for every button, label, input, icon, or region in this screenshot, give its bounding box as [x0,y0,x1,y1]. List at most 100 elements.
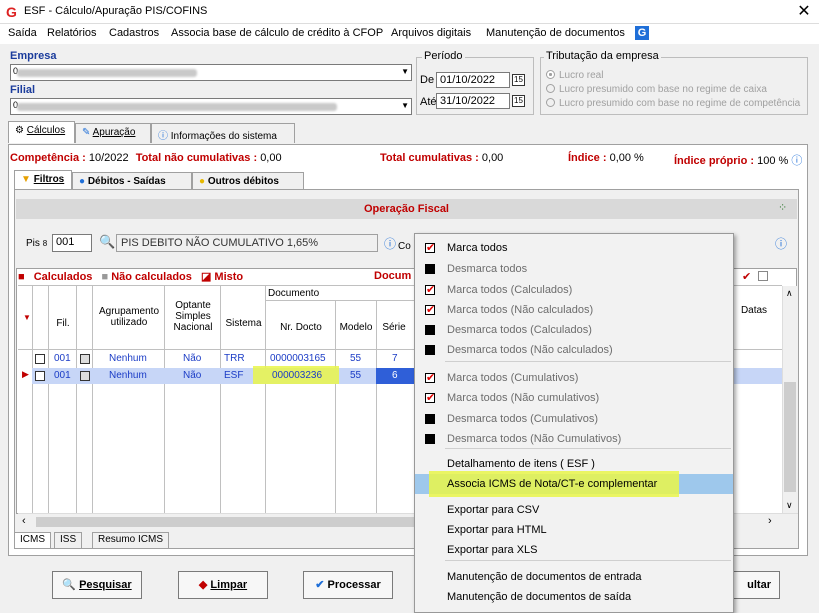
radio-lucro-real[interactable]: Lucro real [546,70,603,81]
context-menu-label: Marca todos (Calculados) [447,284,573,296]
limpar-button[interactable]: ◆ Limpar [178,571,268,599]
scroll-thumb[interactable] [36,517,416,527]
checkbox-checked-icon [425,368,435,388]
menu-associa-base[interactable]: Associa base de cálculo de crédito à CFO… [171,27,383,39]
cell-serie: 6 [392,370,398,381]
legend-nao-calculados: Não calculados [111,271,192,283]
calc-icon: ⚙ [15,125,24,136]
cell-serie: 7 [392,353,398,364]
col-optante[interactable]: Optante Simples Nacional [166,300,220,333]
tab-iss[interactable]: ISS [54,532,83,549]
context-menu-item[interactable]: Desmarca todos (Calculados) [415,320,733,340]
empresa-combo[interactable]: 0 ▼ [10,64,412,81]
radio-lucro-presumido-competencia[interactable]: Lucro presumido com base no regime de co… [546,98,800,109]
context-menu-label: Exportar para XLS [447,544,538,556]
context-menu-item[interactable]: Marca todos (Calculados) [415,280,733,300]
legend-misto: Misto [214,271,244,283]
context-menu-label: Exportar para HTML [447,524,547,536]
scroll-right-icon[interactable]: › [768,515,772,527]
menu-manutencao-documentos[interactable]: Manutenção de documentos [486,27,625,39]
context-menu-item[interactable]: Desmarca todos (Não calculados) [415,340,733,360]
competencia-value: 10/2022 [88,152,129,164]
context-menu-item[interactable]: Desmarca todos (Não Cumulativos) [415,429,733,449]
menu-cadastros[interactable]: Cadastros [109,27,159,39]
vertical-scrollbar[interactable]: ∧ ∨ [782,286,797,514]
context-menu-item[interactable]: Manutenção de documentos de saída [415,587,733,607]
grid-legend: ■ Calculados ■ Não calculados ◪ Misto [18,270,243,284]
tab-informacoes[interactable]: ⓘ Informações do sistema [151,123,295,143]
row-doc-icon[interactable] [80,371,90,381]
col-modelo[interactable]: Modelo [336,322,376,333]
col-nr-docto[interactable]: Nr. Docto [267,322,335,333]
legend-nao-calculados-icon: ■ [101,271,109,283]
info-icon[interactable]: ⓘ [775,235,787,252]
processar-button[interactable]: ✔ Processar [303,571,393,599]
empresa-label: Empresa [10,50,57,62]
context-menu-item[interactable]: Marca todos (Não calculados) [415,300,733,320]
context-menu-item[interactable]: Desmarca todos [415,259,733,279]
filial-combo[interactable]: 0 ▼ [10,98,412,115]
date-de-input[interactable]: 01/10/2022 [436,72,510,88]
context-menu-item[interactable]: Marca todos [415,238,733,258]
cum-label: Total cumulativas : [380,152,479,164]
close-icon[interactable]: ✕ [794,2,814,22]
tab-resumo-icms[interactable]: Resumo ICMS [92,532,170,549]
cell-optante: Não [183,353,202,364]
row-checkbox[interactable] [35,354,45,364]
radio-lucro-presumido-caixa[interactable]: Lucro presumido com base no regime de ca… [546,84,767,95]
info-icon[interactable]: ⓘ [384,235,396,252]
check-all-icon[interactable]: ✔ [742,270,751,283]
menu-saida[interactable]: Saída [8,27,37,39]
context-menu-item[interactable]: Manutenção de documentos de entrada [415,567,733,587]
context-menu-item[interactable]: Exportar para HTML [415,520,733,540]
search-icon[interactable]: 🔍 [99,234,115,250]
context-menu-item[interactable]: Marca todos (Cumulativos) [415,368,733,388]
g-logo-icon[interactable]: G [635,26,649,40]
scroll-down-icon[interactable]: ∨ [786,500,793,511]
calendar-icon[interactable]: 15 [512,95,525,107]
info-icon[interactable]: ⓘ [791,155,802,167]
indice-proprio-info: Índice próprio : 100 % ⓘ [674,152,802,168]
scroll-up-icon[interactable]: ∧ [786,288,793,299]
col-fil[interactable]: Fil. [50,318,76,329]
col-datas[interactable]: Datas [734,305,774,316]
dot-icon: ● [199,176,206,187]
indice-value: 0,00 % [609,152,644,164]
checkbox-checked-icon [425,300,435,320]
menu-bar: Saída Relatórios Cadastros Associa base … [0,24,819,44]
grid-col-line [76,285,77,513]
sort-icon[interactable]: ▼ [23,313,31,322]
chevron-down-icon[interactable]: ▼ [401,101,409,110]
scroll-thumb[interactable] [784,382,796,492]
uncheck-all-icon[interactable] [758,271,768,281]
indice-info: Índice : 0,00 % [568,152,644,164]
menu-arquivos-digitais[interactable]: Arquivos digitais [391,27,471,39]
tab-apuracao[interactable]: ✎ Apuração [75,123,151,143]
chevron-down-icon[interactable]: ▼ [401,67,409,76]
date-ate-input[interactable]: 31/10/2022 [436,93,510,109]
tab-icms[interactable]: ICMS [14,532,51,549]
cell-fil: 001 [54,353,71,364]
context-menu-item[interactable]: Associa ICMS de Nota/CT-e complementar [415,471,733,497]
context-menu-item[interactable]: Exportar para CSV [415,500,733,520]
ate-label: Até [420,96,437,108]
pis-code-input[interactable]: 001 [52,234,92,252]
context-menu: Marca todos Desmarca todos Marca todos (Ca… [414,233,734,613]
row-doc-icon[interactable] [80,354,90,364]
expand-icon[interactable]: ⁘ [778,201,787,214]
context-menu-item[interactable]: Exportar para XLS [415,540,733,560]
calendar-icon[interactable]: 15 [512,74,525,86]
context-menu-item[interactable]: Desmarca todos (Cumulativos) [415,409,733,429]
cell-fil: 001 [54,370,71,381]
col-sistema[interactable]: Sistema [222,318,265,329]
row-checkbox[interactable] [35,371,45,381]
scroll-left-icon[interactable]: ‹ [22,515,26,527]
col-serie[interactable]: Série [377,322,411,333]
tab-calculos[interactable]: ⚙ Cálculos [8,121,75,143]
pesquisar-button[interactable]: 🔍 Pesquisar [52,571,142,599]
menu-relatorios[interactable]: Relatórios [47,27,97,39]
col-agrupamento[interactable]: Agrupamento utilizado [94,306,164,328]
context-menu-item[interactable]: Marca todos (Não cumulativos) [415,388,733,408]
context-menu-label: Marca todos (Não calculados) [447,304,594,316]
checkbox-checked-icon [425,280,435,300]
